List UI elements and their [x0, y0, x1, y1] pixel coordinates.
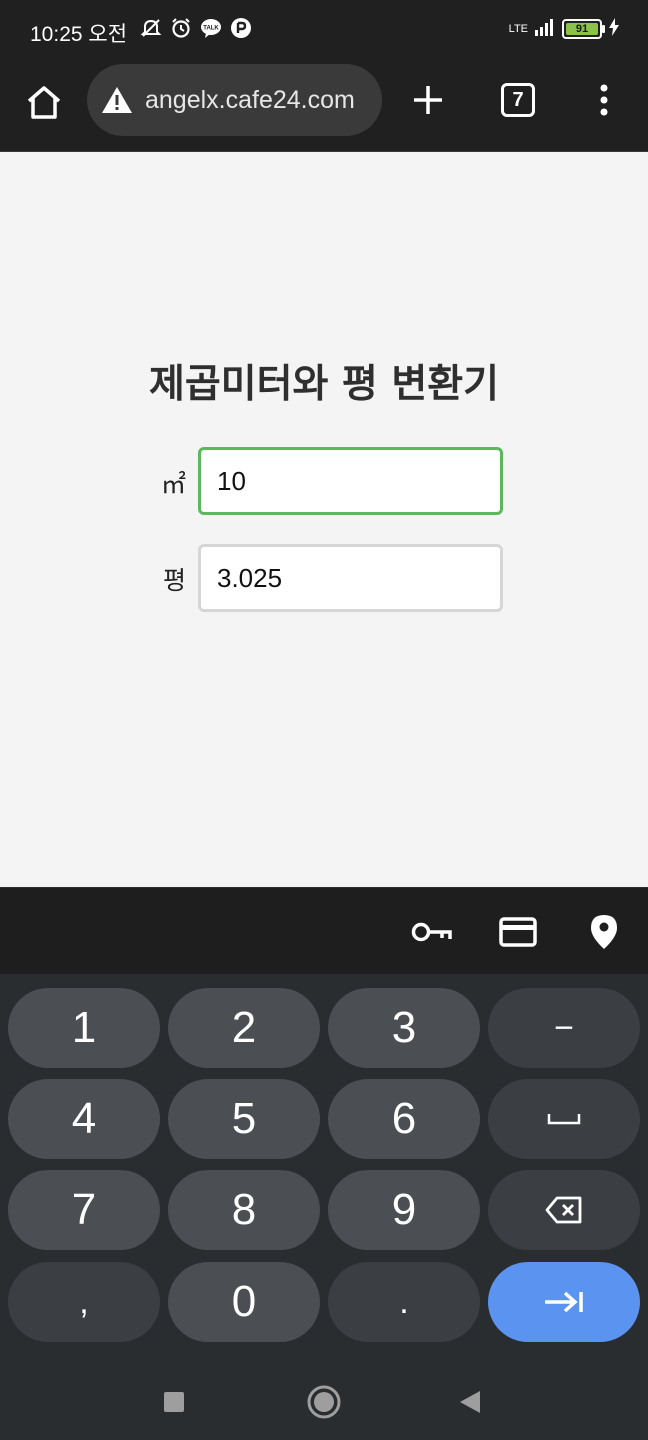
key-0[interactable]: 0 — [168, 1262, 320, 1342]
address-bar[interactable]: angelx.cafe24.com — [87, 64, 382, 136]
pyeong-input[interactable]: 3.025 — [198, 544, 503, 612]
back-button[interactable] — [450, 1382, 490, 1422]
space-icon — [547, 1114, 581, 1125]
passwords-button[interactable] — [410, 912, 454, 952]
sqm-label: ㎡ — [160, 470, 186, 499]
recents-square-icon — [164, 1392, 184, 1412]
more-vert-icon — [600, 84, 608, 116]
tab-next-icon — [545, 1291, 583, 1313]
key-8[interactable]: 8 — [168, 1170, 320, 1250]
key-minus[interactable]: − — [488, 988, 640, 1068]
key-next[interactable] — [488, 1262, 640, 1342]
svg-text:TALK: TALK — [203, 26, 219, 32]
browser-toolbar: angelx.cafe24.com 7 — [0, 62, 648, 152]
battery-level: 91 — [566, 23, 598, 35]
recents-button[interactable] — [154, 1382, 194, 1422]
charging-icon — [608, 18, 620, 40]
key-comma[interactable]: , — [8, 1262, 160, 1342]
key-7[interactable]: 7 — [8, 1170, 160, 1250]
backspace-icon — [545, 1196, 582, 1224]
key-5[interactable]: 5 — [168, 1079, 320, 1159]
page-title: 제곱미터와 평 변환기 — [148, 362, 500, 407]
talk-icon: TALK — [200, 17, 222, 39]
key-period[interactable]: . — [328, 1262, 480, 1342]
key-space[interactable] — [488, 1079, 640, 1159]
key-backspace[interactable] — [488, 1170, 640, 1250]
system-navigation-bar — [0, 1360, 648, 1440]
key-3[interactable]: 3 — [328, 988, 480, 1068]
status-time: 10:25 오전 — [30, 23, 128, 46]
sqm-input[interactable]: 10 — [198, 447, 503, 515]
status-bar: 10:25 오전 TALK LTE 91 — [0, 0, 648, 62]
location-pin-icon — [591, 915, 617, 949]
key-6[interactable]: 6 — [328, 1079, 480, 1159]
battery-icon: 91 — [562, 19, 605, 39]
network-type: LTE — [508, 23, 528, 35]
back-triangle-icon — [460, 1391, 480, 1413]
home-icon — [27, 86, 61, 119]
home-nav-button[interactable] — [304, 1382, 344, 1422]
key-9[interactable]: 9 — [328, 1170, 480, 1250]
mute-vibrate-icon — [140, 17, 162, 39]
home-circle-icon — [307, 1385, 341, 1419]
key-4[interactable]: 4 — [8, 1079, 160, 1159]
page-content: 제곱미터와 평 변환기 ㎡ 10 평 3.025 — [0, 153, 648, 887]
notification-icons: TALK — [140, 17, 252, 39]
url-text[interactable]: angelx.cafe24.com — [145, 86, 355, 115]
signal-icon — [534, 18, 556, 40]
not-secure-warning-icon[interactable] — [101, 85, 133, 115]
pyeong-label: 평 — [162, 566, 186, 595]
key-1[interactable]: 1 — [8, 988, 160, 1068]
keyboard-accessory-bar — [0, 887, 648, 974]
more-options-button[interactable] — [588, 78, 620, 122]
app-notification-icon — [230, 17, 252, 39]
key-2[interactable]: 2 — [168, 988, 320, 1068]
key-icon — [411, 922, 452, 942]
tab-switcher-button[interactable]: 7 — [501, 83, 535, 117]
credit-card-icon — [499, 917, 537, 947]
home-button[interactable] — [22, 80, 66, 124]
system-status: LTE 91 — [509, 18, 620, 40]
addresses-button[interactable] — [582, 912, 626, 952]
new-tab-button[interactable] — [406, 78, 450, 122]
alarm-icon — [170, 17, 192, 39]
plus-icon — [414, 86, 442, 114]
payment-methods-button[interactable] — [496, 912, 540, 952]
